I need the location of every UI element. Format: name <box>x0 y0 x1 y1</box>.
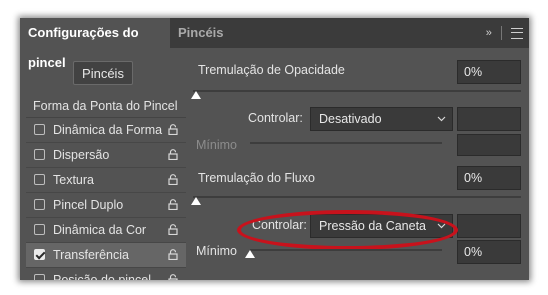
opacity-jitter-slider[interactable] <box>193 90 521 92</box>
checkbox[interactable] <box>34 274 45 280</box>
opacity-jitter-label: Tremulação de Opacidade <box>198 63 345 77</box>
lock-icon[interactable] <box>168 249 178 260</box>
opacity-control-label: Controlar: <box>248 111 303 125</box>
flow-control-extra-field[interactable] <box>457 214 521 238</box>
brushes-button[interactable]: Pincéis <box>73 61 133 85</box>
sidebar-item-label: Dinâmica da Forma <box>53 123 163 137</box>
flow-minimum-label: Mínimo <box>196 244 237 258</box>
lock-icon[interactable] <box>168 274 178 280</box>
flow-jitter-label: Tremulação do Fluxo <box>198 171 315 185</box>
sidebar-item-label: Dinâmica da Cor <box>53 223 147 237</box>
lock-icon[interactable] <box>168 124 178 135</box>
opacity-control-select[interactable]: Desativado <box>310 107 453 131</box>
sidebar-item-label: Posição do pincel <box>53 273 151 280</box>
menu-icon[interactable] <box>511 27 523 39</box>
tab-brush-settings[interactable]: Configurações do pincel <box>20 18 170 70</box>
sidebar-item-scattering[interactable]: Dispersão <box>26 143 186 168</box>
flow-jitter-slider[interactable] <box>193 196 521 198</box>
lock-icon[interactable] <box>168 174 178 185</box>
tab-brushes[interactable]: Pincéis <box>178 18 224 48</box>
lock-icon[interactable] <box>168 149 178 160</box>
sidebar-item-label: Dispersão <box>53 148 110 162</box>
highlight-ring <box>237 210 458 250</box>
sidebar-item-label: Textura <box>53 173 94 187</box>
opacity-control-extra-field[interactable] <box>457 107 521 131</box>
sidebar-item-brush-tip-shape[interactable]: Forma da Ponta do Pincel <box>26 95 186 118</box>
flow-minimum-slider[interactable] <box>250 249 442 251</box>
sidebar-item-dual-brush[interactable]: Pincel Duplo <box>26 193 186 218</box>
sidebar-item-label: Pincel Duplo <box>53 198 124 212</box>
sidebar-item-texture[interactable]: Textura <box>26 168 186 193</box>
brush-settings-panel: Configurações do pincel Pincéis » Pincéi… <box>20 18 529 280</box>
panel-controls: » <box>486 18 523 48</box>
opacity-control-value: Desativado <box>319 112 382 126</box>
collapse-icon[interactable]: » <box>486 18 492 48</box>
checkbox[interactable] <box>34 124 45 135</box>
lock-icon[interactable] <box>168 224 178 235</box>
opacity-minimum-label: Mínimo <box>196 138 237 152</box>
checkbox[interactable] <box>34 224 45 235</box>
checkbox[interactable] <box>34 199 45 210</box>
settings-sidebar: Forma da Ponta do Pincel Dinâmica da For… <box>26 95 186 280</box>
opacity-jitter-slider-thumb[interactable] <box>191 91 201 99</box>
checkbox-checked[interactable] <box>34 249 45 260</box>
sidebar-item-brush-pose[interactable]: Posição do pincel <box>26 268 186 280</box>
divider <box>500 26 502 41</box>
sidebar-item-color-dynamics[interactable]: Dinâmica da Cor <box>26 218 186 243</box>
checkbox[interactable] <box>34 149 45 160</box>
lock-icon[interactable] <box>168 199 178 210</box>
opacity-jitter-value[interactable]: 0% <box>457 60 521 84</box>
flow-jitter-value[interactable]: 0% <box>457 166 521 190</box>
flow-jitter-slider-thumb[interactable] <box>191 197 201 205</box>
sidebar-item-label: Transferência <box>53 248 129 262</box>
flow-minimum-slider-thumb[interactable] <box>245 250 255 258</box>
opacity-minimum-field[interactable] <box>457 134 521 156</box>
checkbox[interactable] <box>34 174 45 185</box>
sidebar-item-transfer[interactable]: Transferência <box>26 243 186 268</box>
sidebar-item-shape-dynamics[interactable]: Dinâmica da Forma <box>26 118 186 143</box>
flow-minimum-value[interactable]: 0% <box>457 240 521 264</box>
opacity-minimum-slider[interactable] <box>250 142 442 144</box>
chevron-down-icon <box>437 116 446 122</box>
tab-bar: Configurações do pincel Pincéis » <box>20 18 529 70</box>
